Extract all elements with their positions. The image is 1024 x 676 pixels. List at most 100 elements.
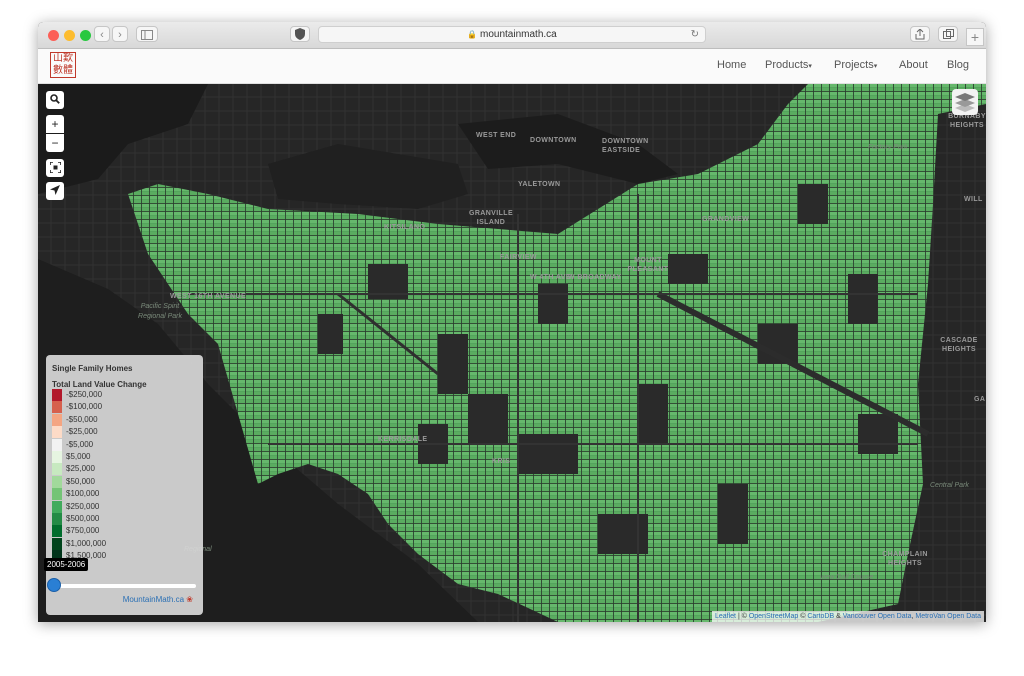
place-label: CASCADE HEIGHTS bbox=[940, 337, 978, 353]
place-label: KITSILANO bbox=[384, 224, 426, 231]
legend-swatch bbox=[52, 525, 62, 538]
place-label: KERRISDALE bbox=[378, 436, 428, 443]
place-label: FAIRVIEW bbox=[500, 254, 537, 261]
place-label: GRANVILLE ISLAND bbox=[468, 210, 514, 226]
attribution-separator: | © bbox=[736, 613, 749, 620]
map-canvas[interactable]: WEST END DOWNTOWN DOWNTOWN EASTSIDE YALE… bbox=[38, 84, 986, 622]
place-label: DOWNTOWN EASTSIDE bbox=[602, 138, 649, 154]
tabs-overview-button[interactable] bbox=[938, 26, 958, 42]
tabs-icon bbox=[942, 29, 954, 39]
nav-about-link[interactable]: About bbox=[899, 59, 928, 71]
legend-swatch bbox=[52, 426, 62, 439]
legend-subtitle: Total Land Value Change bbox=[52, 380, 147, 389]
url-text: mountainmath.ca bbox=[480, 29, 557, 40]
maximize-window-button[interactable] bbox=[80, 30, 91, 41]
nav-blog-link[interactable]: Blog bbox=[947, 59, 969, 71]
credit-text: MountainMath.ca bbox=[122, 595, 185, 604]
sidebar-icon bbox=[141, 30, 153, 40]
legend-title: Single Family Homes bbox=[52, 364, 133, 373]
fullscreen-button[interactable] bbox=[46, 159, 64, 177]
place-label: MOUNT PLEASANT bbox=[627, 257, 669, 273]
reload-icon[interactable]: ↻ bbox=[691, 27, 699, 42]
locate-button[interactable] bbox=[46, 182, 64, 200]
zoom-out-button[interactable]: − bbox=[46, 134, 64, 152]
nav-projects-dropdown[interactable]: Projects▾ bbox=[834, 59, 877, 71]
minimize-window-button[interactable] bbox=[64, 30, 75, 41]
vancouver-open-data-link[interactable]: Vancouver Open Data bbox=[843, 613, 912, 620]
legend-swatch bbox=[52, 537, 62, 550]
site-logo[interactable]: 山歎數體 bbox=[50, 52, 76, 78]
legend-swatch bbox=[52, 451, 62, 463]
legend-label: $250,000 bbox=[66, 501, 100, 511]
attribution-separator: & bbox=[834, 613, 843, 620]
nav-products-label: Products bbox=[765, 59, 809, 71]
caret-down-icon: ▾ bbox=[808, 63, 812, 70]
address-bar[interactable]: 🔒 mountainmath.ca ↻ bbox=[318, 26, 706, 43]
new-tab-button[interactable]: + bbox=[966, 28, 984, 46]
place-label: KRIS bbox=[492, 458, 511, 465]
openstreetmap-link[interactable]: OpenStreetMap bbox=[749, 613, 798, 620]
legend-label: $100,000 bbox=[66, 489, 100, 499]
zoom-in-button[interactable]: + bbox=[46, 115, 64, 133]
place-label: WILL bbox=[964, 196, 983, 203]
fullscreen-icon bbox=[49, 162, 61, 173]
park-label: Factory Park bbox=[868, 144, 908, 151]
close-window-button[interactable] bbox=[48, 30, 59, 41]
cartodb-link[interactable]: CartoDB bbox=[807, 613, 834, 620]
site-navbar: 山歎數體 Home Products▾ Projects▾ About Blog bbox=[38, 49, 986, 84]
logo-text: 山歎數體 bbox=[53, 53, 73, 76]
place-label: W BROADWAY bbox=[568, 274, 622, 281]
map-search-button[interactable] bbox=[46, 91, 64, 109]
nav-products-dropdown[interactable]: Products▾ bbox=[765, 59, 812, 71]
year-slider-tooltip: 2005-2006 bbox=[44, 558, 89, 571]
legend-label: $50,000 bbox=[66, 476, 95, 486]
place-label: WEST 16TH AVENUE bbox=[170, 293, 247, 300]
legend-swatch bbox=[52, 475, 62, 488]
place-label: GRANDVIEW bbox=[702, 216, 750, 223]
place-label: YALETOWN bbox=[518, 181, 561, 188]
legend-swatch bbox=[52, 500, 62, 513]
back-button[interactable]: ‹ bbox=[94, 26, 110, 42]
year-slider-handle[interactable] bbox=[47, 578, 61, 592]
leaflet-link[interactable]: Leaflet bbox=[715, 613, 736, 620]
caret-down-icon: ▾ bbox=[873, 63, 878, 70]
legend-swatch bbox=[52, 401, 62, 414]
nav-home-link[interactable]: Home bbox=[717, 59, 746, 71]
legend-credit-link[interactable]: MountainMath.ca ❀ bbox=[123, 595, 193, 604]
legend-swatch bbox=[52, 413, 62, 426]
place-label: DOWNTOWN bbox=[530, 137, 577, 144]
park-label: Pacific Spirit Regional Park bbox=[138, 303, 182, 320]
park-label: view Golf Course bbox=[820, 574, 874, 581]
legend-label: $25,000 bbox=[66, 464, 95, 474]
legend-label: -$50,000 bbox=[66, 414, 98, 424]
legend-swatch bbox=[52, 513, 62, 525]
legend-swatch bbox=[52, 438, 62, 451]
legend-label: -$5,000 bbox=[66, 439, 94, 449]
zoom-out-icon: − bbox=[51, 136, 59, 150]
place-label: GA bbox=[974, 396, 986, 403]
sidebar-toggle-button[interactable] bbox=[136, 26, 158, 42]
legend-label: -$100,000 bbox=[66, 402, 103, 412]
legend-swatch bbox=[52, 389, 62, 401]
legend-label: -$250,000 bbox=[66, 390, 103, 399]
legend-label: $1,000,000 bbox=[66, 538, 107, 548]
lock-icon: 🔒 bbox=[467, 30, 478, 39]
layers-icon bbox=[955, 93, 975, 112]
forward-button[interactable]: › bbox=[112, 26, 128, 42]
privacy-report-button[interactable] bbox=[290, 26, 310, 42]
year-slider-track[interactable] bbox=[54, 584, 196, 588]
share-button[interactable] bbox=[910, 26, 930, 42]
browser-titlebar: ‹ › 🔒 mountainmath.ca ↻ + bbox=[38, 22, 986, 49]
legend-swatch bbox=[52, 488, 62, 501]
share-icon bbox=[915, 28, 925, 40]
place-label: WEST END bbox=[476, 132, 517, 139]
map-legend: Single Family Homes Total Land Value Cha… bbox=[44, 355, 203, 615]
zoom-in-icon: + bbox=[51, 117, 59, 131]
metrovan-open-data-link[interactable]: MetroVan Open Data bbox=[915, 613, 981, 620]
legend-label: $750,000 bbox=[66, 526, 100, 536]
legend-label: $5,000 bbox=[66, 452, 91, 461]
nav-projects-label: Projects bbox=[834, 59, 874, 71]
place-label: W 4TH AVE bbox=[530, 274, 571, 281]
layers-control-button[interactable] bbox=[952, 89, 978, 115]
search-icon bbox=[50, 94, 60, 104]
